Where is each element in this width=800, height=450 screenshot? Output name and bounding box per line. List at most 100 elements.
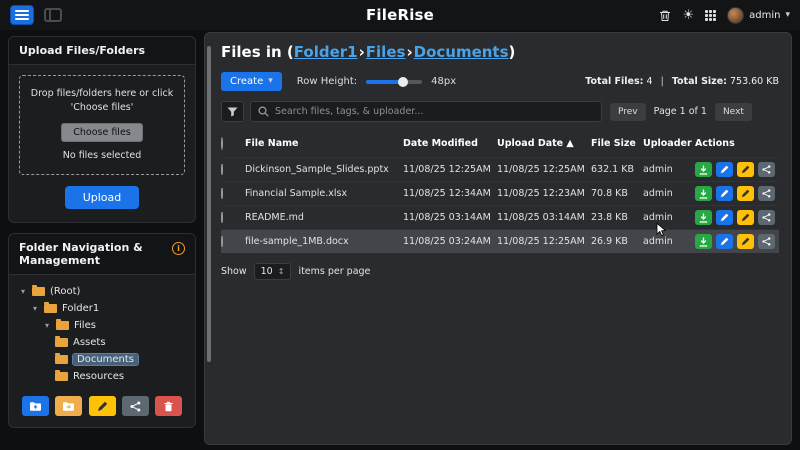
- row-height-value: 48px: [431, 76, 456, 87]
- apps-grid-icon[interactable]: [705, 10, 716, 21]
- folder-icon: [55, 372, 68, 381]
- uploader-cell: admin: [643, 164, 695, 175]
- uploader-cell: admin: [643, 212, 695, 223]
- app-title: FileRise: [366, 6, 434, 24]
- upload-button[interactable]: Upload: [65, 186, 140, 209]
- tree-item-documents[interactable]: Documents: [15, 351, 189, 368]
- header-file-size[interactable]: File Size: [591, 138, 643, 149]
- breadcrumb-files[interactable]: Files: [366, 43, 406, 61]
- header-file-name[interactable]: File Name: [245, 138, 403, 149]
- caret-down-icon[interactable]: ▾: [31, 304, 39, 313]
- tree-item-files[interactable]: ▾ Files: [15, 317, 189, 334]
- file-size-cell: 23.8 KB: [591, 212, 643, 223]
- header-date-modified[interactable]: Date Modified: [403, 138, 497, 149]
- create-button[interactable]: Create ▾: [221, 72, 282, 91]
- share-button[interactable]: [758, 210, 775, 225]
- table-header: File Name Date Modified Upload Date ▲ Fi…: [221, 134, 779, 157]
- edit-button[interactable]: [716, 162, 733, 177]
- pencil-icon: [720, 213, 729, 222]
- totals: Total Files: 4 | Total Size: 753.60 KB: [585, 76, 779, 87]
- breadcrumb-documents[interactable]: Documents: [414, 43, 509, 61]
- next-page-button[interactable]: Next: [715, 103, 752, 121]
- row-checkbox[interactable]: [221, 212, 223, 223]
- page-title: Files in (Folder1›Files›Documents): [221, 43, 779, 61]
- table-row[interactable]: Dickinson_Sample_Slides.pptx 11/08/25 12…: [221, 157, 779, 181]
- slider-knob[interactable]: [398, 77, 408, 87]
- choose-files-button[interactable]: Choose files: [61, 123, 143, 142]
- header-upload-date[interactable]: Upload Date ▲: [497, 138, 591, 149]
- tree-item-root[interactable]: ▾ (Root): [15, 283, 189, 300]
- scrollbar[interactable]: [207, 46, 211, 362]
- rename-button[interactable]: [737, 186, 754, 201]
- pencil-icon: [720, 237, 729, 246]
- share-button[interactable]: [758, 234, 775, 249]
- row-checkbox[interactable]: [221, 236, 223, 247]
- row-checkbox[interactable]: [221, 188, 223, 199]
- download-button[interactable]: [695, 234, 712, 249]
- folder-plus-icon: [29, 401, 42, 412]
- caret-down-icon[interactable]: ▾: [43, 321, 51, 330]
- folder-icon: [56, 321, 69, 330]
- file-name-cell: README.md: [245, 212, 403, 223]
- download-button[interactable]: [695, 186, 712, 201]
- file-size-cell: 70.8 KB: [591, 188, 643, 199]
- info-icon[interactable]: i: [172, 242, 185, 255]
- dropzone[interactable]: Drop files/folders here or click 'Choose…: [19, 75, 185, 175]
- tree-item-resources[interactable]: Resources: [15, 368, 189, 385]
- user-menu[interactable]: admin ▾: [727, 7, 790, 24]
- hamburger-menu-icon[interactable]: [10, 5, 34, 25]
- row-height-slider[interactable]: [366, 80, 422, 84]
- dropzone-text-line1: Drop files/folders here or click: [26, 87, 178, 101]
- theme-toggle-icon[interactable]: ☀: [682, 9, 694, 22]
- header-uploader[interactable]: Uploader: [643, 138, 695, 149]
- table-row[interactable]: README.md 11/08/25 03:14AM 11/08/25 03:1…: [221, 205, 779, 229]
- folder-icon: [55, 355, 68, 364]
- edit-button[interactable]: [716, 234, 733, 249]
- download-icon: [699, 237, 708, 247]
- total-files-value: 4: [647, 76, 653, 87]
- share-icon: [762, 237, 771, 246]
- move-folder-button[interactable]: [55, 396, 82, 416]
- download-button[interactable]: [695, 162, 712, 177]
- breadcrumb-folder1[interactable]: Folder1: [294, 43, 358, 61]
- folder-icon: [55, 338, 68, 347]
- search-input[interactable]: [275, 106, 594, 117]
- panel-toggle-icon[interactable]: [44, 8, 62, 22]
- rename-folder-button[interactable]: [89, 396, 116, 416]
- select-all-checkbox[interactable]: [221, 137, 223, 150]
- share-button[interactable]: [758, 186, 775, 201]
- topbar: FileRise ☀ admin ▾: [0, 0, 800, 30]
- folder-card: Folder Navigation & Management i ▾ (Root…: [8, 233, 196, 428]
- share-folder-button[interactable]: [122, 396, 149, 416]
- download-button[interactable]: [695, 210, 712, 225]
- tree-item-assets[interactable]: Assets: [15, 334, 189, 351]
- share-button[interactable]: [758, 162, 775, 177]
- share-icon: [130, 401, 141, 412]
- rename-button[interactable]: [737, 234, 754, 249]
- create-folder-button[interactable]: [22, 396, 49, 416]
- items-per-page-select[interactable]: 10 ↕: [254, 263, 292, 280]
- date-modified-cell: 11/08/25 03:24AM: [403, 236, 497, 247]
- table-row[interactable]: Financial Sample.xlsx 11/08/25 12:34AM 1…: [221, 181, 779, 205]
- delete-folder-button[interactable]: [155, 396, 182, 416]
- prev-page-button[interactable]: Prev: [610, 103, 646, 121]
- rename-button[interactable]: [737, 162, 754, 177]
- date-modified-cell: 11/08/25 12:34AM: [403, 188, 497, 199]
- trash-icon[interactable]: [659, 9, 671, 22]
- row-height-label: Row Height:: [297, 76, 357, 87]
- sidebar: Upload Files/Folders Drop files/folders …: [8, 36, 196, 428]
- rename-button[interactable]: [737, 210, 754, 225]
- upload-card-title: Upload Files/Folders: [9, 37, 195, 65]
- dropzone-text-line2: 'Choose files': [26, 101, 178, 115]
- tree-item-folder1[interactable]: ▾ Folder1: [15, 300, 189, 317]
- edit-button[interactable]: [716, 210, 733, 225]
- filter-button[interactable]: [221, 101, 244, 122]
- search-row: Prev Page 1 of 1 Next: [221, 101, 779, 122]
- row-checkbox[interactable]: [221, 164, 223, 175]
- folder-tree: ▾ (Root) ▾ Folder1 ▾ Files Assets Docume…: [9, 275, 195, 387]
- updown-icon: ↕: [278, 267, 285, 276]
- table-row[interactable]: file-sample_1MB.docx 11/08/25 03:24AM 11…: [221, 229, 779, 253]
- edit-button[interactable]: [716, 186, 733, 201]
- download-icon: [699, 189, 708, 199]
- caret-down-icon[interactable]: ▾: [19, 287, 27, 296]
